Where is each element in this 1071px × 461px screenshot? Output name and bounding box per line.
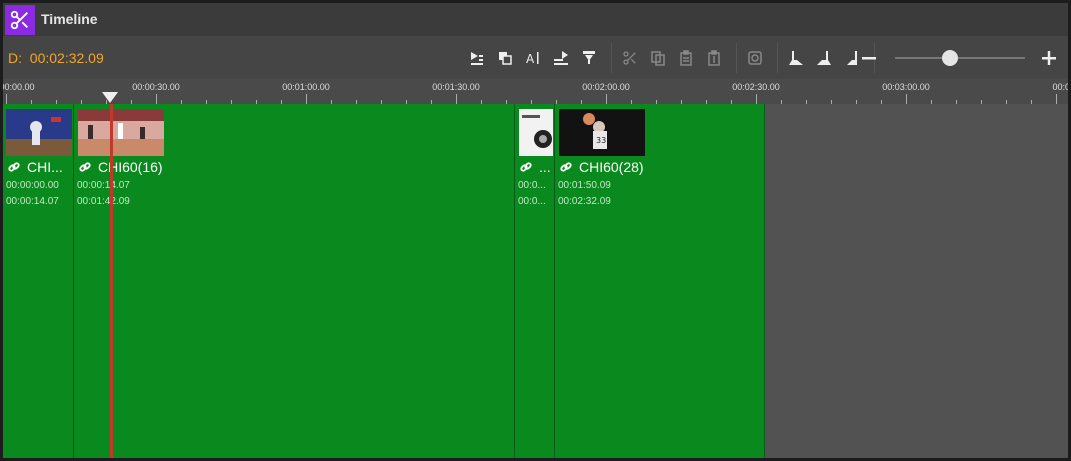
clip-start-time: 00:01:50.09 — [558, 180, 611, 191]
insert-icon[interactable] — [465, 46, 489, 70]
duration-readout: D: 00:02:32.09 — [8, 50, 104, 66]
clip-end-time: 00:0... — [518, 196, 546, 207]
clip-start-time: 00:00:00.00 — [6, 180, 59, 191]
paste-insert-icon[interactable] — [702, 46, 726, 70]
clip-end-time: 00:00:14.07 — [6, 196, 59, 207]
time-ruler[interactable]: 00:00:00.00 00:00:30.00 00:01:00.00 00:01:3… — [3, 79, 1068, 104]
ruler-label: 00:02:30.00 — [732, 82, 780, 92]
clip-label: ... — [520, 159, 551, 175]
window-title: Timeline — [41, 11, 98, 27]
toolbar-separator — [611, 43, 612, 73]
zoom-out-button[interactable] — [859, 48, 879, 68]
cut-icon[interactable] — [618, 46, 642, 70]
text-icon[interactable]: A — [521, 46, 545, 70]
clip-start-time: 00:00:14.07 — [77, 180, 130, 191]
ruler-label: 00:01:00.00 — [282, 82, 330, 92]
link-icon — [79, 162, 91, 172]
duration-label: D: — [8, 50, 22, 66]
toolbar-separator — [777, 43, 778, 73]
clip-end-time: 00:02:32.09 — [558, 196, 611, 207]
ruler-tick — [606, 94, 607, 104]
snapshot-icon[interactable] — [743, 46, 767, 70]
video-track: CHI... 00:00:00.00 00:00:14.07 CHI60(16)… — [3, 104, 1068, 458]
clip-label: CHI60(28) — [560, 159, 644, 175]
overwrite-icon[interactable] — [493, 46, 517, 70]
extract-icon[interactable] — [577, 46, 601, 70]
playhead-handle[interactable] — [102, 92, 118, 103]
duration-value: 00:02:32.09 — [29, 50, 104, 66]
ruler-tick — [456, 94, 457, 104]
link-icon — [560, 162, 572, 172]
svg-text:33: 33 — [596, 136, 606, 145]
clip-start-time: 00:0... — [518, 180, 546, 191]
clip[interactable]: ... 00:0... 00:0... — [515, 104, 555, 458]
ruler-label: 00:00:30.00 — [132, 82, 180, 92]
ruler-tick — [6, 94, 7, 104]
title-bar: Timeline — [3, 3, 1068, 36]
ruler-label: 00:01:30.00 — [432, 82, 480, 92]
ruler-label: 00:02:00.00 — [582, 82, 630, 92]
clip[interactable]: CHI60(16) 00:00:14.07 00:01:42.09 — [74, 104, 515, 458]
zoom-slider-track[interactable] — [895, 57, 1025, 59]
ruler-label: 00:03:00.00 — [882, 82, 930, 92]
clip-name: ... — [539, 159, 551, 175]
clip-end-time: 00:01:42.09 — [77, 196, 130, 207]
clip-label: CHI... — [8, 159, 63, 175]
ruler-tick — [306, 94, 307, 104]
toolbar-separator — [736, 43, 737, 73]
ruler-label: 00:03:30 — [1052, 82, 1068, 92]
tool-group: A — [465, 43, 881, 73]
timeline-window: Timeline D: 00:02:32.09 A 0:00.00 00:00:… — [0, 0, 1071, 461]
ruler-label: 00:00:00.00 — [3, 82, 35, 92]
link-icon — [8, 162, 20, 172]
ruler-tick — [1056, 94, 1057, 104]
clip[interactable]: 33 CHI60(28) 00:01:50.09 00:02:32.09 — [555, 104, 765, 458]
copy-icon[interactable] — [646, 46, 670, 70]
mark-in-icon[interactable] — [784, 46, 808, 70]
clip-name: CHI60(28) — [579, 159, 644, 175]
clip-name: CHI... — [27, 159, 63, 175]
ruler-tick — [156, 94, 157, 104]
clip-thumbnail — [519, 109, 553, 156]
ruler-tick — [756, 94, 757, 104]
lift-icon[interactable] — [549, 46, 573, 70]
zoom-in-button[interactable] — [1039, 48, 1059, 68]
mark-out-icon[interactable] — [812, 46, 836, 70]
link-icon — [520, 162, 532, 172]
ruler-tick — [906, 94, 907, 104]
scissors-icon — [5, 5, 35, 35]
clip-name: CHI60(16) — [98, 159, 163, 175]
clip-label: CHI60(16) — [79, 159, 163, 175]
clip-thumbnail — [78, 109, 164, 156]
toolbar: D: 00:02:32.09 A — [3, 36, 1068, 79]
clip-thumbnail — [6, 109, 72, 156]
clip[interactable]: CHI... 00:00:00.00 00:00:14.07 — [3, 104, 74, 458]
zoom-slider-handle[interactable] — [941, 50, 958, 66]
svg-text:A: A — [526, 52, 535, 66]
clip-thumbnail: 33 — [559, 109, 645, 156]
playhead-line[interactable] — [110, 104, 113, 458]
paste-icon[interactable] — [674, 46, 698, 70]
